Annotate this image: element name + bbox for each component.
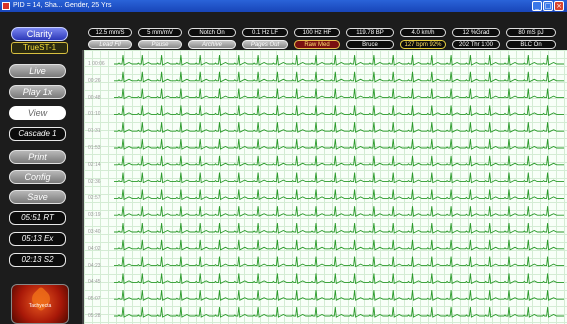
ecg-trace-row bbox=[114, 138, 564, 150]
pj-setting[interactable]: 80 mS pJ bbox=[506, 28, 556, 37]
maximize-button[interactable]: □ bbox=[543, 1, 553, 11]
clarity-logo: Clarity bbox=[11, 27, 68, 41]
ecg-trace-row bbox=[114, 290, 564, 301]
ecg-display: 1 00:06 00:26 00:48 01:10 01:31 01:53 02:14 02:… bbox=[82, 50, 567, 324]
raw-med-button[interactable]: Raw Med bbox=[294, 40, 340, 49]
notch-setting[interactable]: Notch On bbox=[188, 28, 236, 37]
lead-fail-button[interactable]: Lead Fil bbox=[88, 40, 132, 49]
hf-filter-setting[interactable]: 100 Hz HF bbox=[294, 28, 340, 37]
pages-out-button[interactable]: Pages Out bbox=[242, 40, 288, 49]
ecg-trace-row bbox=[114, 88, 564, 100]
heart-rate-display: 127 bpm 92% bbox=[400, 40, 446, 49]
ecg-trace-row bbox=[114, 306, 564, 318]
top-toolbar: 12.5 mm/S 5 mm/mV Notch On 0.1 Hz LF 100… bbox=[82, 12, 567, 50]
ecg-trace-row bbox=[114, 222, 564, 234]
play-button[interactable]: Play 1x bbox=[9, 85, 66, 99]
lf-filter-setting[interactable]: 0.1 Hz LF bbox=[242, 28, 288, 37]
blood-pressure-display[interactable]: 119.78 BP bbox=[346, 28, 394, 37]
pause-button[interactable]: Pause bbox=[138, 40, 182, 49]
blc-button[interactable]: BLC On bbox=[506, 40, 556, 49]
run-time-display: 05:51 RT bbox=[9, 211, 66, 225]
ecg-trace-row bbox=[114, 155, 564, 167]
view-button[interactable]: View bbox=[9, 106, 66, 120]
ecg-trace-row bbox=[114, 189, 564, 201]
app-icon bbox=[2, 2, 10, 10]
title-bar: PID = 14, Sha... Gender, 25 Yrs _ □ × bbox=[0, 0, 567, 12]
ecg-trace-row bbox=[114, 239, 564, 251]
ecg-trace-row bbox=[114, 105, 564, 117]
minimize-button[interactable]: _ bbox=[532, 1, 542, 11]
live-button[interactable]: Live bbox=[9, 64, 66, 78]
print-button[interactable]: Print bbox=[9, 150, 66, 164]
tachyecta-logo-text: Tachyecta bbox=[28, 303, 52, 309]
speed-display[interactable]: 4.0 km/h bbox=[400, 28, 446, 37]
exercise-time-display: 05:13 Ex bbox=[9, 232, 66, 246]
archive-button[interactable]: Archive bbox=[188, 40, 236, 49]
threshold-display[interactable]: 202 Thr 1:00 bbox=[452, 40, 500, 49]
ecg-trace-row bbox=[114, 172, 564, 184]
ecg-trace-row bbox=[114, 256, 564, 268]
ecg-trace-row bbox=[114, 206, 564, 217]
app-window: PID = 14, Sha... Gender, 25 Yrs _ □ × Cl… bbox=[0, 0, 567, 324]
ecg-trace-row bbox=[114, 122, 564, 133]
gain-setting[interactable]: 5 mm/mV bbox=[138, 28, 182, 37]
tachyecta-logo: Tachyecta bbox=[11, 284, 69, 324]
protocol-button[interactable]: Bruce bbox=[346, 40, 394, 49]
model-label: TrueST-1 bbox=[11, 42, 68, 54]
ecg-trace-row bbox=[114, 54, 564, 66]
grade-display[interactable]: 12 %Grad bbox=[452, 28, 500, 37]
stage-time-display: 02:13 S2 bbox=[9, 253, 66, 267]
speed-setting[interactable]: 12.5 mm/S bbox=[88, 28, 132, 37]
save-button[interactable]: Save bbox=[9, 190, 66, 204]
ecg-trace-row bbox=[114, 71, 564, 83]
left-panel: Clarity TrueST-1 Live Play 1x View Casca… bbox=[0, 12, 82, 324]
window-title: PID = 14, Sha... Gender, 25 Yrs bbox=[13, 2, 112, 9]
close-button[interactable]: × bbox=[554, 1, 564, 11]
config-button[interactable]: Config bbox=[9, 170, 66, 184]
ecg-traces bbox=[114, 54, 564, 318]
ecg-trace-row bbox=[114, 273, 564, 285]
cascade-button[interactable]: Cascade 1 bbox=[9, 127, 66, 141]
